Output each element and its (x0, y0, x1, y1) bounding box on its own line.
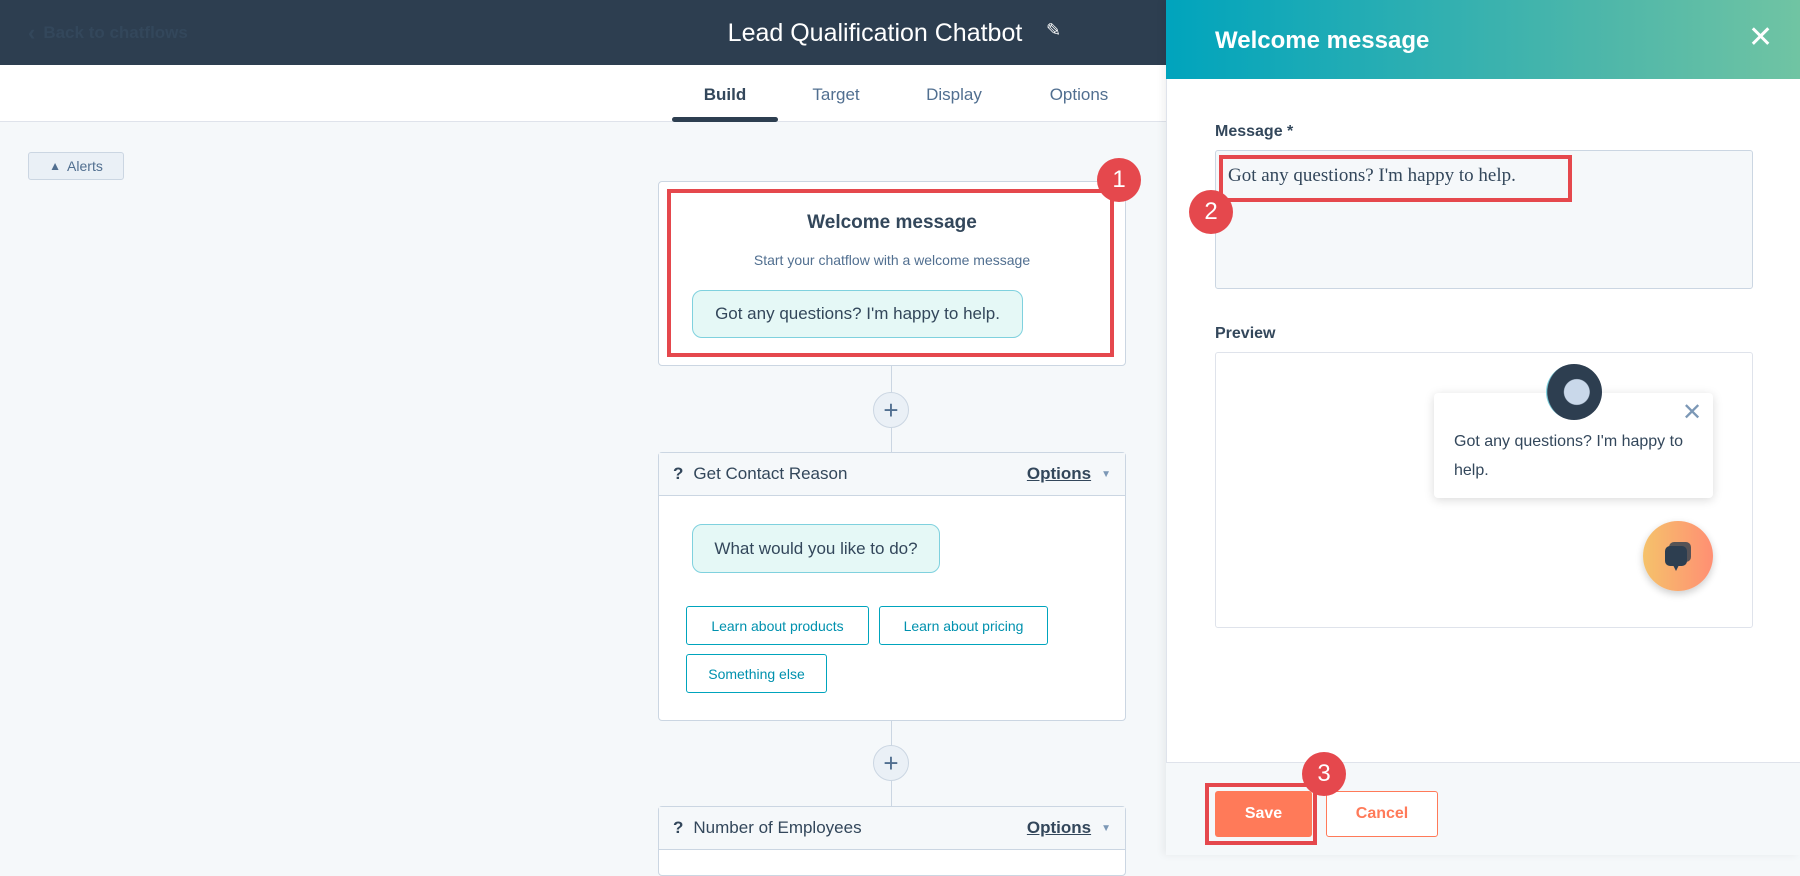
tab-options[interactable]: Options (1050, 85, 1109, 105)
pencil-icon[interactable]: ✎ (1046, 20, 1061, 41)
annotation-box-3 (1205, 783, 1317, 845)
warning-icon: ▲ (49, 159, 62, 173)
preview-label: Preview (1215, 325, 1276, 342)
options-dropdown[interactable]: Options (1027, 464, 1091, 484)
question-bubble: What would you like to do? (692, 524, 940, 573)
bot-avatar-icon (1546, 364, 1602, 420)
annotation-badge-2: 2 (1189, 190, 1233, 234)
card-header: ? Get Contact Reason Options ▼ (659, 453, 1125, 496)
choice-something-else[interactable]: Something else (686, 654, 827, 693)
close-icon[interactable]: ✕ (1748, 20, 1773, 55)
alerts-label: Alerts (67, 158, 103, 174)
options-dropdown[interactable]: Options (1027, 818, 1091, 838)
annotation-badge-1: 1 (1097, 158, 1141, 202)
choice-learn-pricing[interactable]: Learn about pricing (879, 606, 1048, 645)
cancel-button[interactable]: Cancel (1326, 791, 1438, 837)
question-icon: ? (673, 464, 684, 483)
annotation-box-2 (1219, 155, 1572, 202)
card-title: Number of Employees (693, 818, 862, 837)
tab-bar: Build Target Display Options (0, 65, 1166, 122)
tab-build[interactable]: Build (704, 85, 747, 105)
question-icon: ? (673, 818, 684, 837)
panel-title: Welcome message (1215, 27, 1430, 54)
card-title: Get Contact Reason (693, 464, 848, 483)
add-step-button[interactable]: + (873, 745, 909, 781)
caret-down-icon: ▼ (1101, 468, 1111, 480)
message-label: Message * (1215, 123, 1294, 140)
chat-launcher-icon (1643, 521, 1713, 591)
number-of-employees-card[interactable]: ? Number of Employees Options ▼ (658, 806, 1126, 876)
preview-text: Got any questions? I'm happy to help. (1454, 433, 1683, 479)
close-icon: ✕ (1682, 399, 1703, 426)
annotation-badge-3: 3 (1302, 752, 1346, 796)
add-step-button[interactable]: + (873, 392, 909, 428)
caret-down-icon: ▼ (1101, 822, 1111, 834)
alerts-button[interactable]: ▲ Alerts (28, 152, 124, 180)
card-header: ? Number of Employees Options ▼ (659, 807, 1125, 850)
tab-target[interactable]: Target (812, 85, 859, 105)
tab-display[interactable]: Display (926, 85, 982, 105)
active-tab-indicator (672, 117, 778, 122)
annotation-box-1 (667, 189, 1114, 357)
choice-learn-products[interactable]: Learn about products (686, 606, 869, 645)
get-contact-reason-card[interactable]: ? Get Contact Reason Options ▼ What woul… (658, 452, 1126, 721)
